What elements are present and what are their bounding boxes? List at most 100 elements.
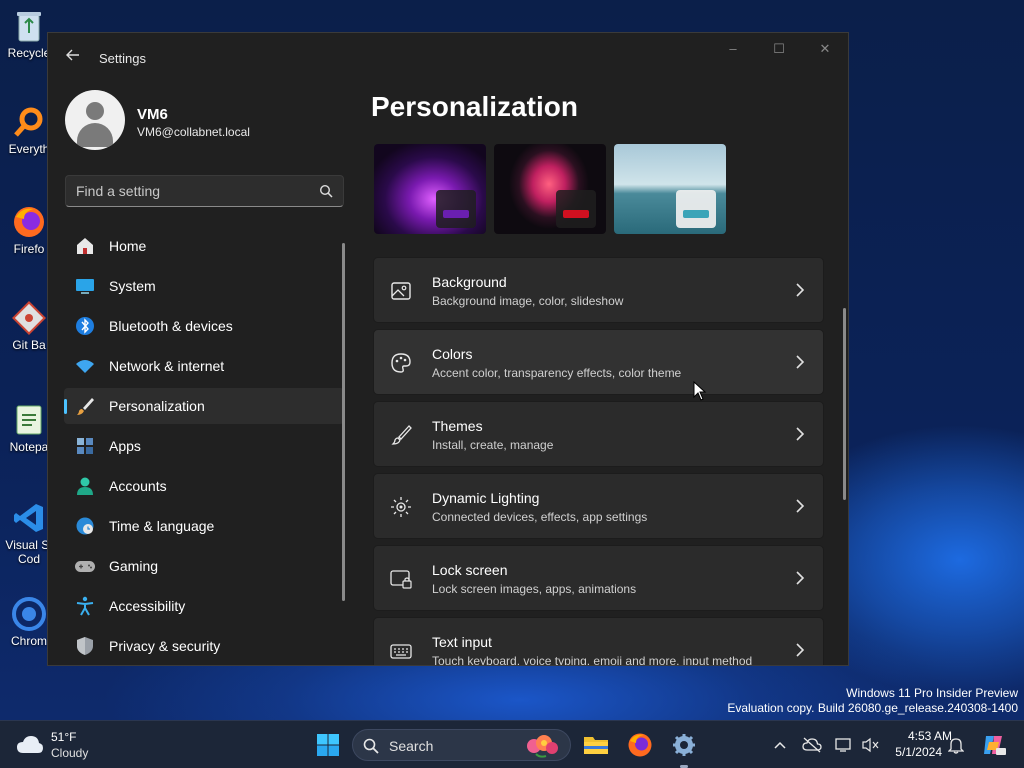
- theme-thumbnail-2[interactable]: [614, 144, 726, 234]
- sun-lighting-icon: [391, 497, 411, 517]
- sidebar-item-personalization[interactable]: Personalization: [64, 388, 344, 424]
- vscode-icon: [11, 500, 47, 536]
- sidebar-item-label: Personalization: [109, 398, 205, 414]
- chevron-right-icon: [796, 499, 805, 513]
- card-title: Background: [432, 274, 507, 290]
- globe-clock-icon: [74, 515, 96, 537]
- settings-cards: Background Background image, color, slid…: [373, 257, 824, 666]
- card-title: Colors: [432, 346, 473, 362]
- network-icon: [835, 738, 851, 752]
- card-subtitle: Touch keyboard, voice typing, emoji and …: [432, 654, 753, 666]
- sidebar-item-time-language[interactable]: Time & language: [64, 508, 344, 544]
- sidebar-item-gaming[interactable]: Gaming: [64, 548, 344, 584]
- picture-icon: [391, 282, 411, 300]
- watermark-line2: Evaluation copy. Build 26080.ge_release.…: [727, 701, 1018, 715]
- card-title: Lock screen: [432, 562, 508, 578]
- copilot-icon: [984, 736, 1006, 755]
- close-button[interactable]: ✕: [810, 41, 840, 61]
- card-title: Dynamic Lighting: [432, 490, 540, 506]
- copilot-button[interactable]: [982, 735, 1006, 755]
- theme-thumbnail-0[interactable]: [374, 144, 486, 234]
- firefox-icon: [628, 733, 652, 757]
- sidebar-item-accounts[interactable]: Accounts: [64, 468, 344, 504]
- cloud-icon[interactable]: [16, 733, 44, 755]
- notifications-button[interactable]: [946, 735, 966, 755]
- windows-logo-icon: [317, 734, 339, 756]
- theme-mini-window: [676, 190, 716, 228]
- search-icon: [363, 738, 379, 754]
- arrow-left-icon: [66, 49, 79, 61]
- sidebar-item-network[interactable]: Network & internet: [64, 348, 344, 384]
- theme-accent-bar: [563, 210, 589, 218]
- settings-search[interactable]: [65, 175, 344, 207]
- card-title: Themes: [432, 418, 483, 434]
- title-bar[interactable]: Settings – ☐ ✕: [48, 33, 848, 81]
- search-input[interactable]: [66, 176, 306, 206]
- card-subtitle: Install, create, manage: [432, 438, 554, 452]
- monitor-icon: [74, 275, 96, 297]
- weather-description[interactable]: Cloudy: [51, 746, 88, 760]
- chevron-right-icon: [796, 283, 805, 297]
- tray-onedrive[interactable]: [802, 735, 822, 755]
- sidebar-item-label: Accounts: [109, 478, 167, 494]
- taskbar-search[interactable]: Search: [352, 729, 571, 761]
- settings-window: Settings – ☐ ✕ VM6 VM6@collabnet.local H…: [47, 32, 849, 666]
- tray-volume[interactable]: [860, 735, 880, 755]
- shield-icon: [74, 635, 96, 657]
- card-subtitle: Connected devices, effects, app settings: [432, 510, 648, 524]
- card-text-input[interactable]: Text input Touch keyboard, voice typing,…: [373, 617, 824, 666]
- tray-network[interactable]: [834, 735, 854, 755]
- theme-mini-window: [556, 190, 596, 228]
- folder-icon: [584, 737, 608, 754]
- taskbar-firefox[interactable]: [624, 729, 656, 761]
- git-icon: [11, 300, 47, 336]
- card-subtitle: Background image, color, slideshow: [432, 294, 624, 308]
- main-scrollbar[interactable]: [843, 308, 846, 500]
- taskbar-settings[interactable]: [668, 729, 700, 761]
- sidebar-item-label: Apps: [109, 438, 141, 454]
- sidebar-item-bluetooth[interactable]: Bluetooth & devices: [64, 308, 344, 344]
- sidebar-item-privacy[interactable]: Privacy & security: [64, 628, 344, 664]
- chevron-right-icon: [796, 355, 805, 369]
- theme-thumbnail-1[interactable]: [494, 144, 606, 234]
- chevron-right-icon: [796, 643, 805, 657]
- lock-screen-icon: [390, 570, 412, 589]
- clock-time[interactable]: 4:53 AM: [888, 729, 952, 743]
- sidebar-scrollbar[interactable]: [342, 243, 345, 601]
- sidebar-item-label: Gaming: [109, 558, 159, 574]
- chevron-right-icon: [796, 571, 805, 585]
- person-icon: [74, 475, 96, 497]
- window-title: Settings: [99, 51, 146, 66]
- show-hidden-icons-button[interactable]: [770, 735, 790, 755]
- maximize-button[interactable]: ☐: [764, 41, 794, 61]
- weather-temperature[interactable]: 51°F: [51, 730, 76, 744]
- taskbar-file-explorer[interactable]: [580, 729, 612, 761]
- chevron-up-icon: [774, 741, 786, 749]
- search-magnifier-icon: [11, 104, 47, 140]
- start-button[interactable]: [312, 729, 344, 761]
- avatar-body: [77, 123, 113, 147]
- card-background[interactable]: Background Background image, color, slid…: [373, 257, 824, 323]
- sidebar-nav: Home System Bluetooth & devices Network …: [64, 228, 344, 665]
- clock-date[interactable]: 5/1/2024: [888, 745, 942, 759]
- sidebar-item-home[interactable]: Home: [64, 228, 344, 264]
- card-dynamic-lighting[interactable]: Dynamic Lighting Connected devices, effe…: [373, 473, 824, 539]
- theme-accent-bar: [683, 210, 709, 218]
- back-button[interactable]: [62, 47, 84, 69]
- card-themes[interactable]: Themes Install, create, manage: [373, 401, 824, 467]
- sidebar-item-accessibility[interactable]: Accessibility: [64, 588, 344, 624]
- chevron-right-icon: [796, 427, 805, 441]
- sidebar-item-label: Home: [109, 238, 147, 254]
- brush-icon: [391, 425, 412, 445]
- flower-highlight-icon: [527, 735, 558, 758]
- minimize-button[interactable]: –: [718, 41, 748, 61]
- card-lock-screen[interactable]: Lock screen Lock screen images, apps, an…: [373, 545, 824, 611]
- sidebar-item-system[interactable]: System: [64, 268, 344, 304]
- sidebar-item-apps[interactable]: Apps: [64, 428, 344, 464]
- avatar[interactable]: [65, 90, 125, 150]
- taskbar-search-label: Search: [389, 738, 434, 754]
- wifi-icon: [74, 355, 96, 377]
- palette-icon: [391, 353, 411, 373]
- search-icon[interactable]: [319, 184, 333, 198]
- card-colors[interactable]: Colors Accent color, transparency effect…: [373, 329, 824, 395]
